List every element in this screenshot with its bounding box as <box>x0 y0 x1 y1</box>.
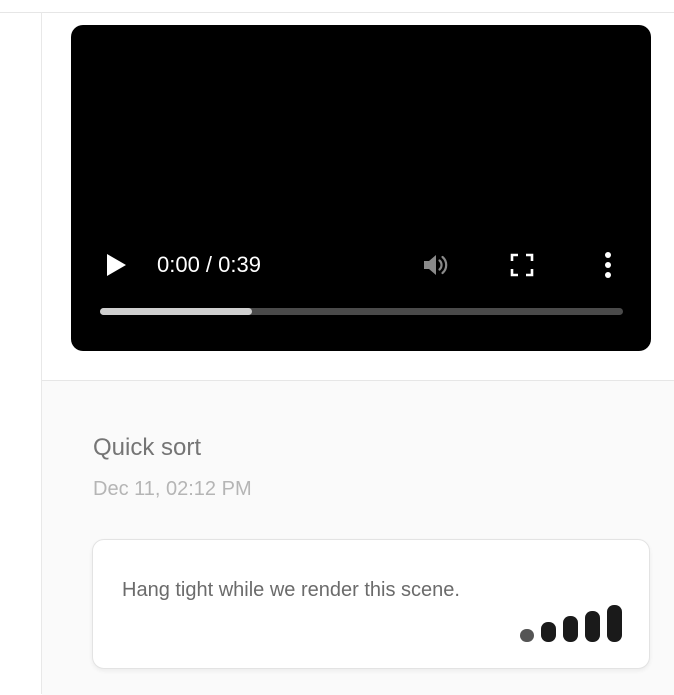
item-timestamp: Dec 11, 02:12 PM <box>93 478 252 500</box>
video-progress-fill <box>100 308 252 315</box>
volume-icon[interactable] <box>419 249 451 281</box>
item-title: Quick sort <box>93 434 202 461</box>
video-player[interactable] <box>71 25 651 351</box>
fullscreen-icon[interactable] <box>506 249 538 281</box>
more-options-icon[interactable] <box>592 249 624 281</box>
loading-bars-icon <box>520 604 624 642</box>
play-icon[interactable] <box>104 252 128 278</box>
status-message: Hang tight while we render this scene. <box>122 579 460 601</box>
video-time-display: 0:00 / 0:39 <box>157 252 261 277</box>
video-progress-bar[interactable] <box>100 308 623 315</box>
top-divider <box>0 12 674 13</box>
